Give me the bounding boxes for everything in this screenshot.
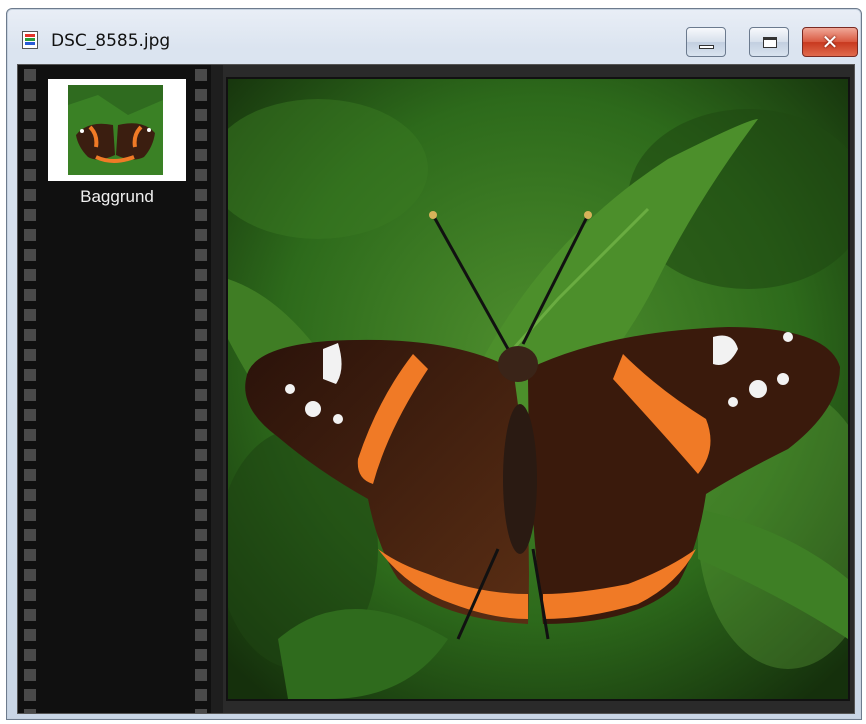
layer-thumbnail[interactable] bbox=[48, 79, 186, 181]
minimize-icon bbox=[699, 45, 714, 49]
maximize-icon bbox=[763, 37, 777, 48]
filmstrip-divider[interactable] bbox=[211, 65, 223, 713]
film-perforation-right bbox=[193, 65, 209, 713]
close-button[interactable]: ✕ bbox=[802, 27, 858, 57]
image-file-icon bbox=[22, 31, 38, 49]
window-title: DSC_8585.jpg bbox=[51, 31, 171, 51]
layer-thumbnail-image bbox=[68, 85, 163, 175]
film-perforation-left bbox=[22, 65, 38, 713]
image-window: DSC_8585.jpg ✕ Baggrund bbox=[6, 8, 862, 720]
window-content: Baggrund bbox=[17, 64, 855, 714]
butterfly-photo bbox=[228, 79, 848, 699]
image-viewer[interactable] bbox=[226, 77, 850, 701]
layer-label: Baggrund bbox=[80, 187, 154, 206]
layer-filmstrip: Baggrund bbox=[18, 65, 212, 713]
close-icon: ✕ bbox=[821, 30, 839, 54]
minimize-button[interactable] bbox=[686, 27, 726, 57]
maximize-button[interactable] bbox=[749, 27, 789, 57]
title-bar[interactable]: DSC_8585.jpg ✕ bbox=[7, 9, 861, 57]
